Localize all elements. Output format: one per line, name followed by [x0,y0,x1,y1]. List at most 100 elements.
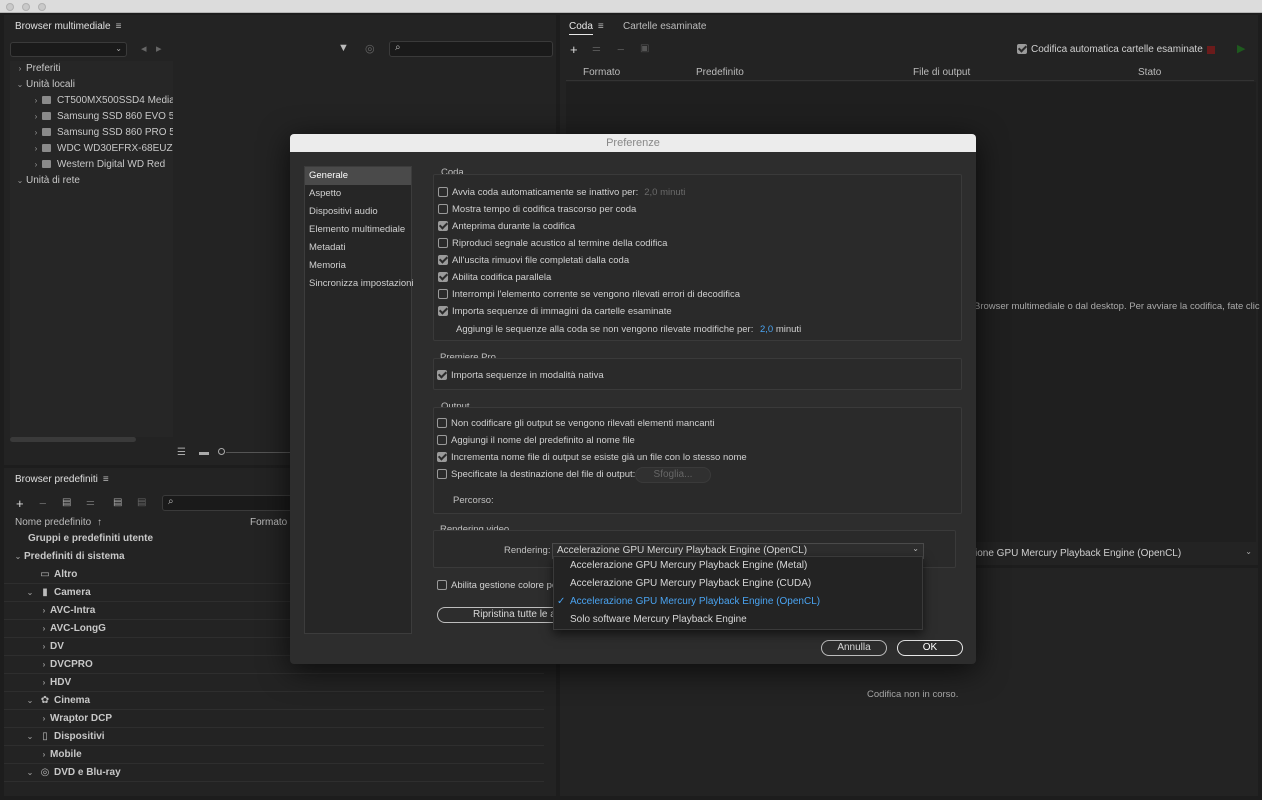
preference-option[interactable]: Anteprima durante la codifica [438,218,958,235]
column-format[interactable]: Formato [583,67,620,78]
preset-list-item[interactable]: › Mobile [4,746,544,764]
column-preset[interactable]: Predefinito [696,67,744,78]
tree-drive[interactable]: › Western Digital WD Red [10,157,173,173]
zoom-window-button[interactable] [38,3,46,11]
tree-network-drives[interactable]: ⌄ Unità di rete [10,173,173,189]
category-media[interactable]: Elemento multimediale [305,221,411,239]
browse-button[interactable]: Sfoglia... [635,467,711,483]
settings-icon[interactable]: ⚌ [592,43,601,54]
option-checkbox[interactable] [438,306,448,317]
panel-menu-icon[interactable]: ≡ [103,474,109,485]
chevron-right-icon[interactable]: › [38,710,50,728]
preset-list-item[interactable]: › Wraptor DCP [4,710,544,728]
category-sync-settings[interactable]: Sincronizza impostazioni [305,275,414,293]
add-preset-icon[interactable]: + [16,496,24,511]
zoom-slider-handle[interactable] [218,448,225,455]
remove-icon[interactable]: − [617,42,625,57]
view-icon[interactable]: ◎ [365,42,375,55]
category-general[interactable]: Generale [305,167,411,185]
preset-list-item[interactable]: ⌄ ▯ Dispositivi [4,728,544,746]
idle-minutes-value[interactable]: 2,0 minuti [644,187,685,198]
chevron-right-icon[interactable]: › [38,674,50,692]
column-preset-name[interactable]: Nome predefinito [15,517,91,528]
preference-option[interactable]: Riproduci segnale acustico al termine de… [438,235,958,252]
category-appearance[interactable]: Aspetto [305,185,411,203]
forward-arrow-icon[interactable]: ▸ [156,42,162,55]
sort-arrow-icon[interactable]: ↑ [97,517,102,528]
chevron-down-icon[interactable]: ⌄ [24,584,36,602]
option-checkbox[interactable] [437,469,447,480]
list-view-icon[interactable]: ☰ [177,447,186,458]
preset-list-item[interactable]: ⌄ ✿ Cinema [4,692,544,710]
column-output-file[interactable]: File di output [913,67,970,78]
preference-option[interactable]: All'uscita rimuovi file completati dalla… [438,252,958,269]
filter-icon[interactable]: ▼ [338,42,349,54]
zoom-slider-track[interactable] [226,452,296,453]
option-checkbox[interactable] [438,238,448,249]
tree-local-drives[interactable]: ⌄ Unità locali [10,77,173,93]
chevron-right-icon[interactable]: › [38,656,50,674]
import-preset-icon[interactable]: ▤ [113,497,122,508]
chevron-down-icon[interactable]: ⌄ [24,764,36,782]
column-status[interactable]: Stato [1138,67,1161,78]
option-checkbox[interactable] [438,289,448,300]
option-checkbox[interactable] [437,435,447,446]
user-presets-group[interactable]: Gruppi e predefiniti utente [28,530,153,548]
tree-drive[interactable]: ›Samsung SSD 860 PRO 512 [10,125,173,141]
cancel-button[interactable]: Annulla [821,640,887,656]
chevron-right-icon[interactable]: › [38,638,50,656]
category-audio-devices[interactable]: Dispositivi audio [305,203,411,221]
chevron-right-icon[interactable]: › [38,620,50,638]
duplicate-icon[interactable]: ▣ [640,43,649,54]
option-checkbox[interactable] [437,452,447,463]
auto-encode-toggle[interactable]: Codifica automatica cartelle esaminate [1017,44,1203,55]
remove-preset-icon[interactable]: − [39,496,47,511]
export-preset-icon[interactable]: ▤ [137,497,146,508]
rendering-option[interactable]: Accelerazione GPU Mercury Playback Engin… [554,575,922,593]
horizontal-scrollbar[interactable] [10,437,136,442]
close-window-button[interactable] [6,3,14,11]
preference-option[interactable]: Avvia coda automaticamente se inattivo p… [438,184,958,201]
system-presets-group[interactable]: ⌄ Predefiniti di sistema [12,548,125,566]
option-checkbox[interactable] [438,255,448,266]
chevron-right-icon[interactable]: › [38,746,50,764]
preset-list-item[interactable]: › HDV [4,674,544,692]
category-metadata[interactable]: Metadati [305,239,411,257]
renderer-dropdown[interactable]: zione GPU Mercury Playback Engine (OpenC… [970,546,1256,562]
tree-drive[interactable]: › WDC WD30EFRX-68EUZN0 [10,141,173,157]
option-checkbox[interactable] [438,221,448,232]
column-format[interactable]: Formato [250,517,287,528]
preference-option[interactable]: Non codificare gli output se vengono ril… [437,415,957,432]
search-input[interactable]: ⌕ [389,41,553,57]
panel-menu-icon[interactable]: ≡ [116,21,122,32]
native-sequence-option[interactable]: Importa sequenze in modalità nativa [437,367,604,384]
chevron-down-icon[interactable]: ⌄ [24,728,36,746]
chevron-down-icon[interactable]: ⌄ [24,692,36,710]
category-memory[interactable]: Memoria [305,257,411,275]
native-sequence-checkbox[interactable] [437,370,447,381]
tab-queue[interactable]: Coda [569,21,593,35]
tree-favorites[interactable]: › Preferiti [10,61,173,77]
chevron-right-icon[interactable]: › [38,602,50,620]
rendering-option[interactable]: Solo software Mercury Playback Engine [554,611,922,629]
location-dropdown[interactable]: ⌄ [10,42,127,57]
preference-option[interactable]: Abilita codifica parallela [438,269,958,286]
preference-option[interactable]: Incrementa nome file di output se esiste… [437,449,957,466]
color-management-option[interactable]: Abilita gestione colore pe [437,577,557,594]
preference-option[interactable]: Aggiungi il nome del predefinito al nome… [437,432,957,449]
start-queue-icon[interactable]: ▶ [1237,42,1245,55]
thumbnail-view-icon[interactable]: ▬ [199,447,209,458]
tree-drive[interactable]: › Samsung SSD 860 EVO 500 [10,109,173,125]
preference-option[interactable]: Interrompi l'elemento corrente se vengon… [438,286,958,303]
auto-encode-checkbox[interactable] [1017,44,1027,55]
option-checkbox[interactable] [438,272,448,283]
preference-option[interactable]: Importa sequenze di immagini da cartelle… [438,303,958,320]
tree-drive[interactable]: › CT500MX500SSD4 Media [10,93,173,109]
rendering-option[interactable]: ✓ Accelerazione GPU Mercury Playback Engi… [554,593,922,611]
preset-list-item[interactable]: ⌄ ◎ DVD e Blu-ray [4,764,544,782]
stop-icon[interactable] [1207,46,1215,54]
option-checkbox[interactable] [438,187,448,198]
preset-search-input[interactable]: ⌕ [162,495,296,511]
color-management-checkbox[interactable] [437,580,447,591]
tab-watch-folders[interactable]: Cartelle esaminate [623,21,706,32]
